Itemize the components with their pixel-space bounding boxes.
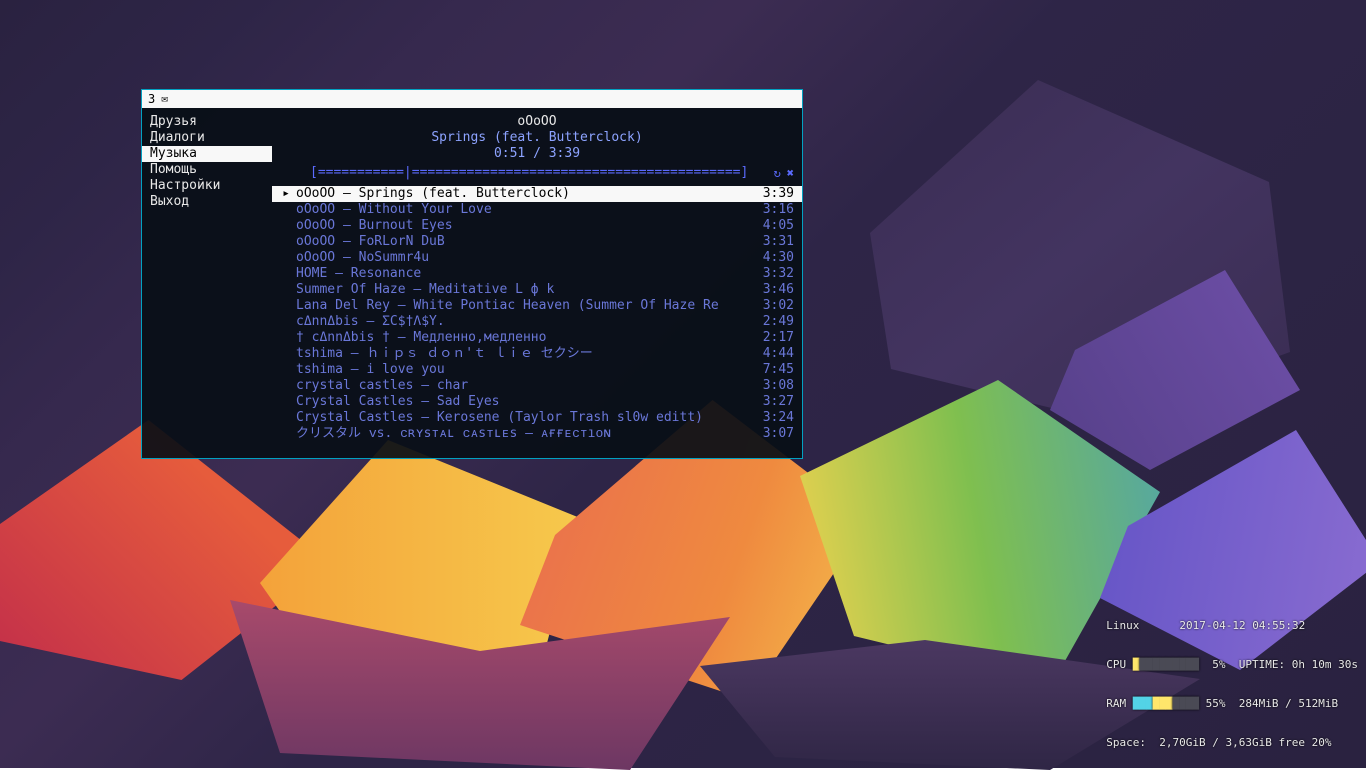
playlist[interactable]: ▸oOoOO – Springs (feat. Butterclock)3:39… xyxy=(272,186,802,458)
track-duration: 7:45 xyxy=(748,362,794,378)
play-marker-icon xyxy=(276,426,296,442)
track-title: oOoOO – FoRLorN DuB xyxy=(296,234,748,250)
sidebar-item-0[interactable]: Друзья xyxy=(142,114,272,130)
workspace-number: 3 xyxy=(148,90,155,108)
playlist-row[interactable]: Crystal Castles – Sad Eyes3:27 xyxy=(272,394,802,410)
playlist-row[interactable]: cΔnnΔbis – ΣC$†Λ$Y.2:49 xyxy=(272,314,802,330)
os-name: Linux xyxy=(1106,619,1139,632)
playlist-row[interactable]: ▸oOoOO – Springs (feat. Butterclock)3:39 xyxy=(272,186,802,202)
sidebar-item-4[interactable]: Настройки xyxy=(142,178,272,194)
track-title: oOoOO – Without Your Love xyxy=(296,202,748,218)
sidebar-item-2[interactable]: Музыка xyxy=(142,146,272,162)
play-marker-icon xyxy=(276,330,296,346)
playlist-row[interactable]: oOoOO – FoRLorN DuB3:31 xyxy=(272,234,802,250)
track-duration: 3:46 xyxy=(748,282,794,298)
play-marker-icon xyxy=(276,362,296,378)
track-title: cΔnnΔbis – ΣC$†Λ$Y. xyxy=(296,314,748,330)
mail-icon: ✉ xyxy=(161,90,168,108)
play-marker-icon xyxy=(276,250,296,266)
track-title: クリスタル ᴠs. ᴄʀʏsᴛᴀʟ ᴄᴀsᴛʟᴇs – ᴀғғᴇᴄᴛıᴏɴ xyxy=(296,426,748,442)
playlist-row[interactable]: tshima – ｈｉｐｓ ｄｏｎ'ｔ ｌｉｅ セクシー4:44 xyxy=(272,346,802,362)
track-duration: 3:27 xyxy=(748,394,794,410)
track-duration: 3:07 xyxy=(748,426,794,442)
now-playing-artist: oOoOO xyxy=(272,114,802,130)
track-duration: 3:08 xyxy=(748,378,794,394)
track-title: oOoOO – Springs (feat. Butterclock) xyxy=(296,186,748,202)
play-marker-icon xyxy=(276,218,296,234)
play-marker-icon xyxy=(276,282,296,298)
play-marker-icon xyxy=(276,314,296,330)
track-title: oOoOO – NoSummr4u xyxy=(296,250,748,266)
disk-line: Space: 2,70GiB / 3,63GiB free 20% xyxy=(1106,736,1358,749)
play-marker-icon xyxy=(276,394,296,410)
playlist-row[interactable]: Summer Of Haze – Meditative L ф k3:46 xyxy=(272,282,802,298)
playlist-row[interactable]: tshima – i love you7:45 xyxy=(272,362,802,378)
track-title: Crystal Castles – Sad Eyes xyxy=(296,394,748,410)
playlist-row[interactable]: HOME – Resonance3:32 xyxy=(272,266,802,282)
track-duration: 2:17 xyxy=(748,330,794,346)
track-duration: 3:31 xyxy=(748,234,794,250)
sidebar-item-5[interactable]: Выход xyxy=(142,194,272,210)
playlist-row[interactable]: † cΔnnΔbis † – Медленно,медленно2:17 xyxy=(272,330,802,346)
track-duration: 3:02 xyxy=(748,298,794,314)
play-marker-icon xyxy=(276,266,296,282)
music-player-window[interactable]: 3 ✉ ДрузьяДиалогиМузыкаПомощьНастройкиВы… xyxy=(141,89,803,459)
play-marker-icon xyxy=(276,378,296,394)
track-title: tshima – ｈｉｐｓ ｄｏｎ'ｔ ｌｉｅ セクシー xyxy=(296,346,748,362)
track-duration: 4:30 xyxy=(748,250,794,266)
system-monitor: Linux 2017-04-12 04:55:32 CPU ██████████… xyxy=(1106,593,1358,762)
play-marker-icon xyxy=(276,410,296,426)
shuffle-icon[interactable]: ✖ xyxy=(787,165,794,181)
sidebar: ДрузьяДиалогиМузыкаПомощьНастройкиВыход xyxy=(142,108,272,458)
track-title: † cΔnnΔbis † – Медленно,медленно xyxy=(296,330,748,346)
ram-line: RAM ██████████ 55% 284MiB / 512MiB xyxy=(1106,697,1358,710)
track-title: oOoOO – Burnout Eyes xyxy=(296,218,748,234)
datetime: 2017-04-12 04:55:32 xyxy=(1179,619,1305,632)
track-title: tshima – i love you xyxy=(296,362,748,378)
track-title: Crystal Castles – Kerosene (Taylor Trash… xyxy=(296,410,748,426)
playlist-row[interactable]: oOoOO – Without Your Love3:16 xyxy=(272,202,802,218)
track-title: Summer Of Haze – Meditative L ф k xyxy=(296,282,748,298)
window-titlebar[interactable]: 3 ✉ xyxy=(142,90,802,108)
track-duration: 3:24 xyxy=(748,410,794,426)
play-marker-icon xyxy=(276,202,296,218)
play-marker-icon xyxy=(276,234,296,250)
now-playing-time: 0:51 / 3:39 xyxy=(272,146,802,162)
now-playing: oOoOO Springs (feat. Butterclock) 0:51 /… xyxy=(272,108,802,162)
playlist-row[interactable]: Lana Del Rey – White Pontiac Heaven (Sum… xyxy=(272,298,802,314)
playlist-row[interactable]: Crystal Castles – Kerosene (Taylor Trash… xyxy=(272,410,802,426)
play-marker-icon xyxy=(276,298,296,314)
progress-bar[interactable]: [===========|===========================… xyxy=(310,165,768,181)
playlist-row[interactable]: クリスタル ᴠs. ᴄʀʏsᴛᴀʟ ᴄᴀsᴛʟᴇs – ᴀғғᴇᴄᴛıᴏɴ3:0… xyxy=(272,426,802,442)
track-title: Lana Del Rey – White Pontiac Heaven (Sum… xyxy=(296,298,748,314)
cpu-line: CPU ██████████ 5% UPTIME: 0h 10m 30s xyxy=(1106,658,1358,671)
track-duration: 4:05 xyxy=(748,218,794,234)
playlist-row[interactable]: crystal castles – char3:08 xyxy=(272,378,802,394)
track-duration: 3:32 xyxy=(748,266,794,282)
sidebar-item-1[interactable]: Диалоги xyxy=(142,130,272,146)
repeat-icon[interactable]: ↻ xyxy=(774,165,781,181)
playlist-row[interactable]: oOoOO – Burnout Eyes4:05 xyxy=(272,218,802,234)
track-duration: 4:44 xyxy=(748,346,794,362)
sidebar-item-3[interactable]: Помощь xyxy=(142,162,272,178)
track-duration: 2:49 xyxy=(748,314,794,330)
track-title: crystal castles – char xyxy=(296,378,748,394)
track-duration: 3:39 xyxy=(748,186,794,202)
now-playing-title: Springs (feat. Butterclock) xyxy=(272,130,802,146)
playlist-row[interactable]: oOoOO – NoSummr4u4:30 xyxy=(272,250,802,266)
play-marker-icon: ▸ xyxy=(276,186,296,202)
track-duration: 3:16 xyxy=(748,202,794,218)
play-marker-icon xyxy=(276,346,296,362)
track-title: HOME – Resonance xyxy=(296,266,748,282)
